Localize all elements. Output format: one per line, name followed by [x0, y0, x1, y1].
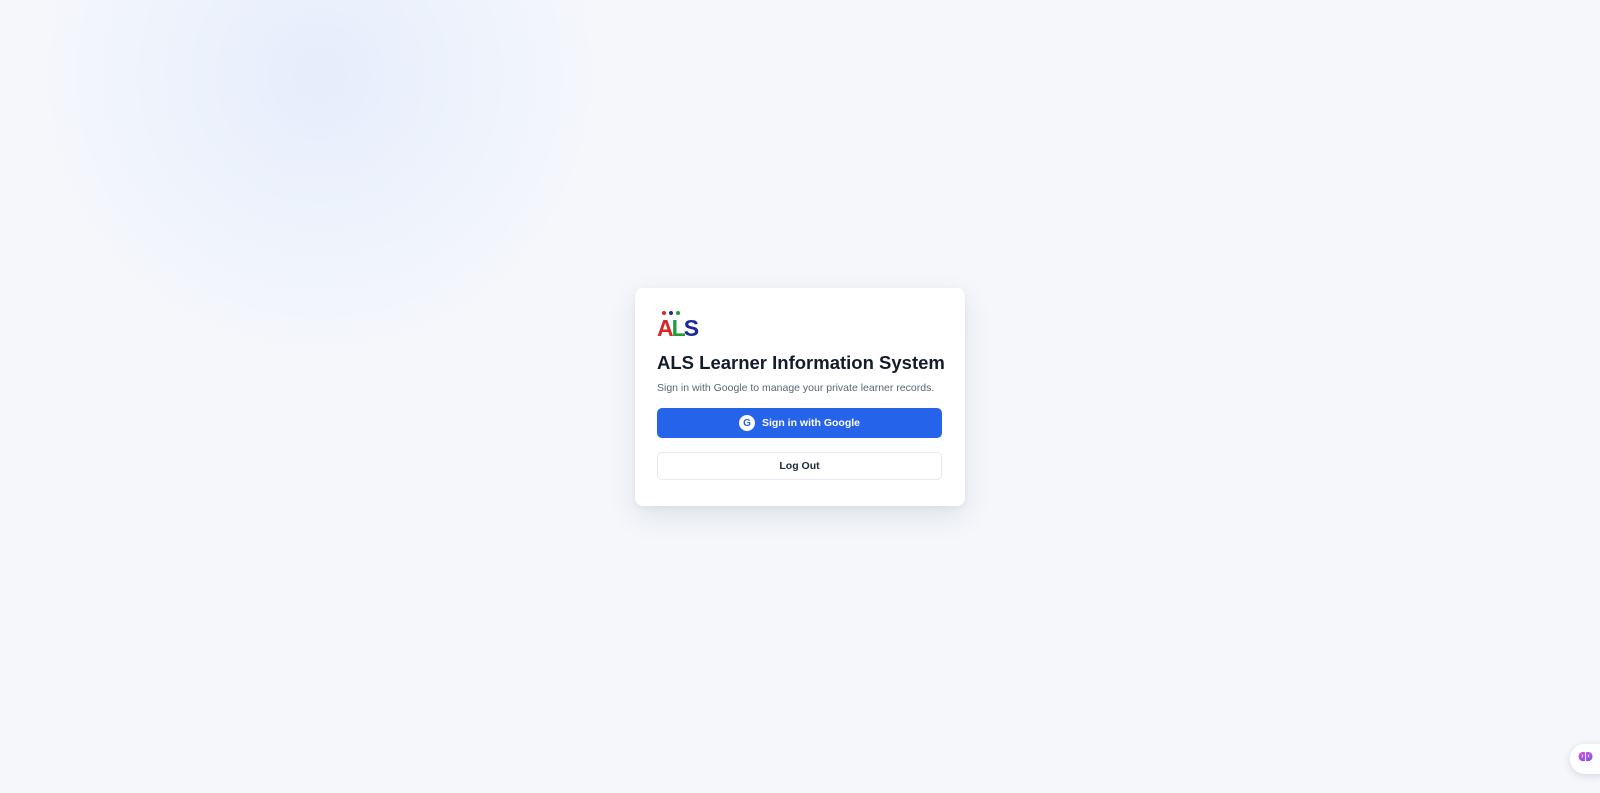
als-logo: A L S — [657, 310, 699, 342]
page-subtitle: Sign in with Google to manage your priva… — [657, 382, 935, 394]
floating-assistant-button[interactable] — [1570, 744, 1600, 774]
logo-letter-s: S — [683, 315, 699, 341]
log-out-button[interactable]: Log Out — [657, 452, 942, 480]
brain-icon — [1578, 749, 1593, 769]
page-title: ALS Learner Information System — [657, 352, 945, 373]
google-icon: G — [739, 415, 755, 431]
log-out-button-label: Log Out — [779, 460, 820, 472]
logo-letter-l: L — [671, 315, 686, 341]
logo-letter-a: A — [657, 315, 674, 341]
sign-in-button-label: Sign in with Google — [762, 417, 860, 429]
background-glow — [45, 0, 595, 350]
logo-letters: A L S — [657, 315, 699, 341]
sign-in-with-google-button[interactable]: G Sign in with Google — [657, 408, 942, 438]
login-card: A L S ALS Learner Information System Sig… — [635, 288, 965, 506]
